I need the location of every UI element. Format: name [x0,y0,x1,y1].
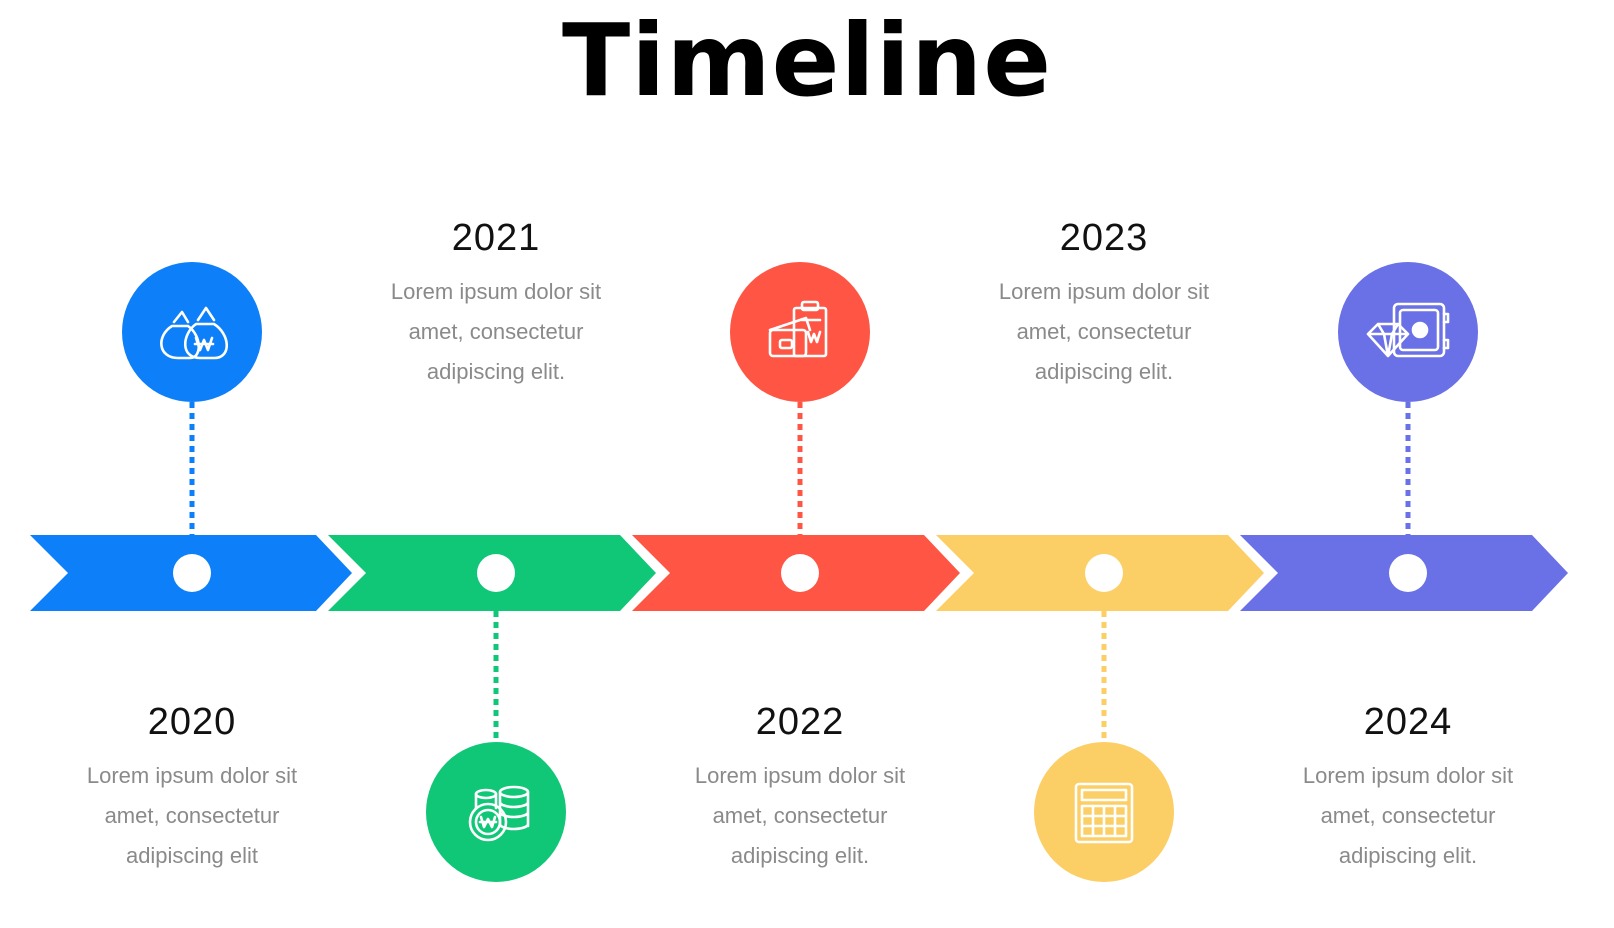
year-label: 2022 [755,701,845,743]
timeline-dot-2024 [1389,554,1427,592]
year-label: 2024 [1363,701,1453,743]
description: Lorem ipsum dolor sit amet, consectetur … [390,278,602,384]
icon-circle-2024 [1338,262,1478,402]
year-label: 2020 [147,701,237,743]
description: Lorem ipsum dolor sit amet, consectetur … [998,278,1210,384]
year-label: 2021 [451,217,541,259]
timeline-text-2023: 2023 Lorem ipsum dolor sit amet, consect… [954,216,1254,392]
icon-circle-2020 [122,262,262,402]
timeline-text-2021: 2021 Lorem ipsum dolor sit amet, consect… [346,216,646,392]
timeline-text-2022: 2022 Lorem ipsum dolor sit amet, consect… [650,700,950,876]
timeline-text-2024: 2024 Lorem ipsum dolor sit amet, consect… [1258,700,1558,876]
timeline-dot-2022 [781,554,819,592]
timeline-dot-2020 [173,554,211,592]
description: Lorem ipsum dolor sit amet, consectetur … [86,762,298,868]
timeline-text-2020: 2020 Lorem ipsum dolor sit amet, consect… [42,700,342,876]
icon-circle-2022 [730,262,870,402]
description: Lorem ipsum dolor sit amet, consectetur … [694,762,906,868]
timeline-dot-2021 [477,554,515,592]
description: Lorem ipsum dolor sit amet, consectetur … [1302,762,1514,868]
year-label: 2023 [1059,217,1149,259]
timeline-dot-2023 [1085,554,1123,592]
